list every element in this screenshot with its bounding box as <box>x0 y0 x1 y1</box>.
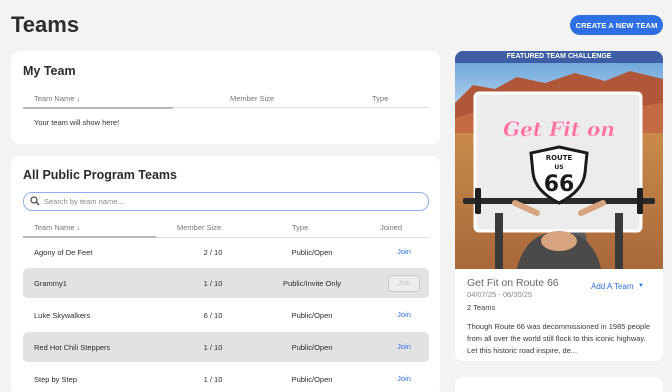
join-button-disabled: Join <box>388 275 420 292</box>
my-team-card: My Team Team Name ↓ Member Size Type You… <box>11 51 440 144</box>
neon-sign-text: Get Fit on <box>503 117 615 141</box>
public-teams-card: All Public Program Teams Team Name ↓ Mem… <box>11 156 440 392</box>
team-name-cell: Step by Step <box>34 375 77 384</box>
my-team-title: My Team <box>23 64 76 78</box>
shield-route-text: ROUTE <box>546 154 573 162</box>
join-link[interactable]: Join <box>389 374 419 383</box>
team-name-cell: Luke Skywalkers <box>34 311 91 320</box>
table-row: Step by Step 1 / 10 Public/Open Join <box>23 364 429 392</box>
member-size-cell: 2 / 10 <box>203 248 223 257</box>
arrow-down-icon: ↓ <box>76 94 81 103</box>
col-header-team-name-label: Team Name <box>34 94 75 103</box>
challenge-title[interactable]: Get Fit on Route 66 <box>467 277 559 289</box>
team-name-cell: Red Hot Chili Steppers <box>34 343 111 352</box>
table-row: Agony of De Feet 2 / 10 Public/Open Join <box>23 237 429 267</box>
join-link[interactable]: Join <box>389 310 419 319</box>
join-link[interactable]: Join <box>389 342 419 351</box>
create-team-button[interactable]: CREATE A NEW TEAM <box>570 15 663 35</box>
type-cell: Public/Open <box>291 375 333 384</box>
shield-us-text: US <box>554 164 563 171</box>
search-icon <box>30 196 40 206</box>
challenge-image: Get Fit on ROUTE US 66 <box>455 63 663 269</box>
team-name-cell: Grammy1 <box>34 279 67 288</box>
col-header-type: Type <box>292 223 309 232</box>
challenge-description: Though Route 66 was decommissioned in 19… <box>467 322 651 355</box>
add-team-dropdown[interactable]: Add A Team <box>591 282 634 291</box>
search-box[interactable] <box>23 192 429 211</box>
col-header-member-size: Member Size <box>230 94 275 103</box>
public-teams-title: All Public Program Teams <box>23 168 177 182</box>
col-header-type: Type <box>372 94 389 103</box>
caret-down-icon[interactable]: ▼ <box>638 283 644 289</box>
page-title: Teams <box>11 12 80 37</box>
header-divider-active <box>23 107 173 109</box>
member-size-cell: 6 / 10 <box>203 311 223 320</box>
table-row: Luke Skywalkers 6 / 10 Public/Open Join <box>23 300 429 330</box>
col-header-member-size: Member Size <box>177 223 222 232</box>
col-header-joined: Joined <box>380 223 403 232</box>
type-cell: Public/Open <box>291 248 333 257</box>
arrow-down-icon: ↓ <box>76 223 81 232</box>
shield-number-text: 66 <box>544 172 575 197</box>
member-size-cell: 1 / 10 <box>203 375 223 384</box>
type-cell: Public/Open <box>291 343 333 352</box>
member-size-cell: 1 / 10 <box>203 343 223 352</box>
col-header-team-name-label: Team Name <box>34 223 75 232</box>
col-header-team-name[interactable]: Team Name ↓ <box>34 223 80 232</box>
search-input[interactable] <box>44 195 414 208</box>
join-link[interactable]: Join <box>389 247 419 256</box>
next-card <box>455 377 663 392</box>
col-header-team-name[interactable]: Team Name ↓ <box>34 94 80 103</box>
type-cell: Public/Invite Only <box>283 279 341 288</box>
challenge-dates: 04/07/25 - 06/30/25 <box>467 290 533 299</box>
featured-header: FEATURED TEAM CHALLENGE <box>455 51 663 63</box>
empty-team-message: Your team will show here! <box>34 118 120 127</box>
member-size-cell: 1 / 10 <box>203 279 223 288</box>
table-row: Red Hot Chili Steppers 1 / 10 Public/Ope… <box>23 332 429 362</box>
table-row: Grammy1 1 / 10 Public/Invite Only Join <box>23 268 429 298</box>
featured-challenge-card[interactable]: FEATURED TEAM CHALLENGE Get Fit on ROUTE… <box>455 51 663 361</box>
team-name-cell: Agony of De Feet <box>34 248 93 257</box>
challenge-team-count: 2 Teams <box>467 303 496 312</box>
type-cell: Public/Open <box>291 311 333 320</box>
